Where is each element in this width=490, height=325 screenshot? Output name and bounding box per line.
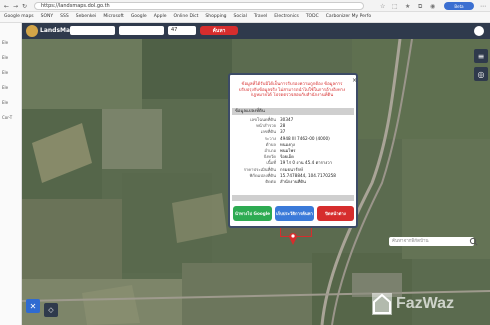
favorites-icon[interactable]: ★ [405, 3, 410, 10]
browser-toolbar: ← → ↻ https://landsmaps.dol.go.th ☆ ⬚ ★ … [0, 0, 490, 12]
reload-icon[interactable]: ↻ [22, 3, 27, 10]
parcel-number-input[interactable]: 47 [168, 26, 196, 35]
bookmark-item[interactable]: Shopping [205, 14, 226, 19]
save-history-button[interactable]: เก็บประวัติการค้นหา [275, 206, 314, 221]
bookmark-item[interactable]: Travel [254, 14, 267, 19]
bookmark-item[interactable]: Electronics [274, 14, 299, 19]
section-title: ข้อมูลแปลงที่ดิน [235, 109, 265, 114]
type-select[interactable] [70, 26, 115, 35]
side-panel: Ele Ele Ele Ele Ele Cor-T [0, 23, 22, 325]
star-icon[interactable]: ☆ [380, 3, 385, 10]
info-row-value: สำนักงานที่ดิน [280, 179, 306, 185]
search-button-label: ค้นหา [212, 27, 226, 34]
watermark-text: FazWaz [396, 295, 455, 312]
bookmark-item[interactable]: Sebenkei [76, 14, 97, 19]
watermark-logo [372, 293, 392, 315]
back-icon[interactable]: ← [4, 3, 9, 10]
compass-icon[interactable]: ◇ [44, 303, 58, 317]
bookmark-item[interactable]: TODC [306, 14, 319, 19]
info-row-label: ติดต่อ [265, 179, 276, 185]
bookmark-item[interactable]: SSS [60, 14, 69, 19]
side-panel-item[interactable]: Cor-T [2, 115, 19, 120]
side-panel-item[interactable]: Ele [2, 40, 19, 45]
bookmark-item[interactable]: Microsoft [103, 14, 123, 19]
address-bar[interactable]: https://landsmaps.dol.go.th [34, 2, 364, 10]
parcel-info-popup: × ข้อมูลที่ได้รับมิได้เป็นการรับรองความถ… [228, 73, 358, 228]
bookmark-item[interactable]: Apple [154, 14, 167, 19]
side-panel-item[interactable]: Ele [2, 70, 19, 75]
logo-icon [26, 25, 38, 37]
location-pin-icon[interactable] [288, 231, 298, 245]
info-row: ติดต่อ สำนักงานที่ดิน [232, 179, 354, 185]
search-button[interactable]: ค้นหา [200, 26, 238, 35]
side-panel-item[interactable]: Ele [2, 100, 19, 105]
navigate-google-label: นำทางไป Google [234, 211, 271, 216]
forward-icon[interactable]: → [13, 3, 18, 10]
app-header: LandsMaps 47 ค้นหา [22, 23, 490, 39]
extension-icon[interactable]: ⬚ [392, 3, 398, 10]
side-panel-item[interactable]: Ele [2, 55, 19, 60]
section-header: ข้อมูลแปลงที่ดิน [232, 108, 354, 115]
province-select[interactable] [119, 26, 164, 35]
disclaimer-text: ข้อมูลที่ได้รับมิได้เป็นการรับรองความถูก… [238, 82, 346, 99]
bookmark-item[interactable]: Carbonizer My Perfo [326, 14, 371, 19]
side-panel-item[interactable]: Ele [2, 85, 19, 90]
more-icon[interactable]: ⋯ [480, 3, 486, 10]
navigate-google-button[interactable]: นำทางไป Google [233, 206, 272, 221]
map-search-input[interactable]: ค้นหาจากพิกัดบ้าน [389, 237, 474, 246]
user-avatar-icon[interactable] [474, 26, 484, 36]
bookmark-item[interactable]: SONY [41, 14, 54, 19]
bookmark-item[interactable]: Online Dict [174, 14, 199, 19]
save-history-label: เก็บประวัติการค้นหา [276, 211, 313, 216]
close-icon[interactable]: × [351, 77, 358, 84]
layers-icon[interactable]: ≡ [474, 49, 488, 63]
section-divider [232, 195, 354, 201]
user-icon[interactable]: ◉ [430, 3, 435, 10]
bookmark-item[interactable]: Google [131, 14, 147, 19]
bookmarks-bar: Google maps SONY SSS Sebenkei Microsoft Googl… [0, 12, 490, 23]
close-window-label: ปิดหน้าต่าง [325, 211, 346, 216]
profile-button[interactable]: Beta [444, 2, 474, 10]
bookmark-item[interactable]: Google maps [4, 14, 34, 19]
search-icon[interactable] [469, 237, 478, 246]
locate-icon[interactable]: ◎ [474, 67, 488, 81]
bookmark-item[interactable]: Social [234, 14, 247, 19]
tools-icon[interactable]: ✕ [26, 299, 40, 313]
close-window-button[interactable]: ปิดหน้าต่าง [317, 206, 354, 221]
collections-icon[interactable]: ⧉ [418, 3, 422, 11]
